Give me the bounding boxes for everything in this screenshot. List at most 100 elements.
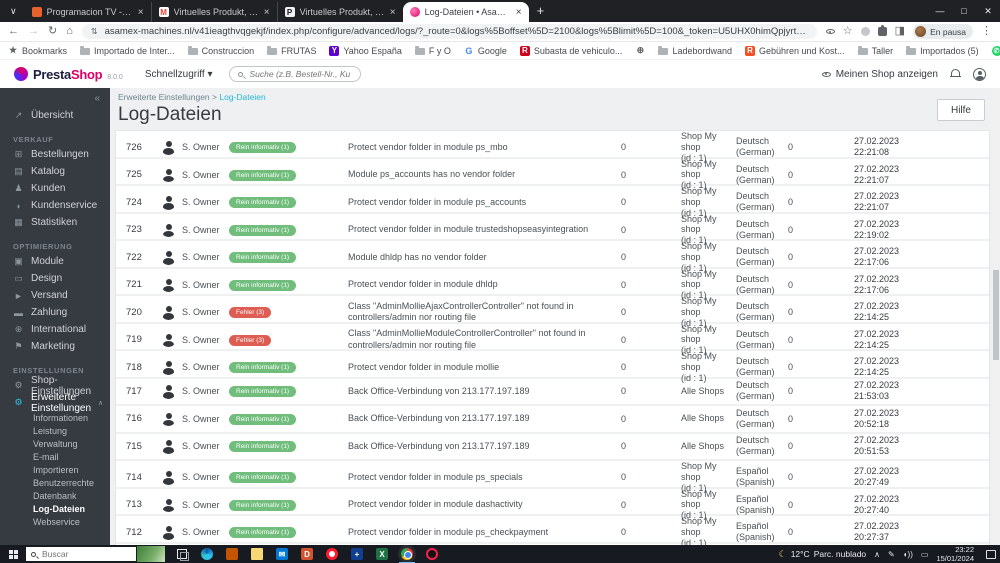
maximize-button[interactable]: □ [952,0,976,22]
mail-app-icon[interactable]: ✉ [276,548,288,560]
opera-app-icon[interactable] [326,548,338,560]
profile-chip[interactable]: En pausa [913,24,973,39]
display-icon[interactable]: ▭ [921,550,929,559]
bookmark-item[interactable]: Taller [857,45,893,56]
bookmark-item[interactable]: Construccion [187,45,254,56]
employee-name: S. Owner [182,527,220,538]
sidebar-item-bestellungen[interactable]: ⊞ Bestellungen [0,146,110,163]
bookmark-item[interactable]: ✆WhatsApp [991,45,1000,56]
sidebar-item-kunden[interactable]: ♟ Kunden [0,180,110,197]
hidden-icons-chevron[interactable]: ∧ [874,550,880,559]
close-button[interactable]: ✕ [976,0,1000,22]
word-app-icon[interactable]: + [351,548,363,560]
sidebar-item-zahlung[interactable]: ▬ Zahlung [0,304,110,321]
close-icon[interactable]: × [138,7,144,18]
back-icon[interactable]: ← [8,26,19,37]
sidebar-subitem-benutzerrechte[interactable]: Benutzerrechte [0,476,110,489]
sidebar-subitem-informationen[interactable]: Informationen [0,411,110,424]
bookmark-star-icon[interactable]: ☆ [843,26,853,37]
tab-search-icon[interactable]: ∨ [10,6,17,17]
sidebar-item-international[interactable]: ⊕ International [0,321,110,338]
sidebar-subitem-webservice[interactable]: Webservice [0,515,110,528]
sidebar-item-label: Module [31,256,64,267]
widgets-thumbnail[interactable] [137,546,165,562]
weather-widget[interactable]: ☾ 12°C Parc. nublado [779,549,867,560]
sidebar-subitem-verwaltung[interactable]: Verwaltung [0,437,110,450]
sidebar-item-marketing[interactable]: ⚑ Marketing [0,338,110,355]
close-icon[interactable]: × [264,7,270,18]
bookmark-item[interactable]: Importado de Inter... [80,45,175,56]
new-tab-button[interactable]: + [537,3,545,18]
bookmark-item[interactable]: G Google [464,46,507,56]
bookmark-item[interactable]: ⊕ [635,45,645,56]
error-code: 0 [788,413,794,424]
taskbar-clock[interactable]: 23:22 15/01/2024 [936,545,974,563]
bookmark-item[interactable]: FRUTAS [267,45,316,56]
sidebar-item-erweiterte-einstellungen[interactable]: ⚙ Erweiterte Einstellungen ∧ [0,392,110,414]
sidebar-subitem-log-dateien[interactable]: Log-Dateien [0,502,110,515]
bookmark-item[interactable]: Y Yahoo España [329,45,402,56]
start-button[interactable] [0,549,26,559]
bookmark-item[interactable]: ★ Bookmarks [8,45,67,56]
sidebar-subitem-importieren[interactable]: Importieren [0,463,110,476]
view-shop-link[interactable]: Meinen Shop anzeigen [821,69,938,80]
opera-gx-app-icon[interactable] [426,548,438,560]
sidebar-item-katalog[interactable]: ▤ Katalog [0,163,110,180]
employee-name: S. Owner [182,362,220,373]
password-eye-icon[interactable] [825,29,835,34]
browser-tab[interactable]: Programacion TV - TVguiues × [25,2,151,22]
taskbar-search-input[interactable] [40,548,120,560]
bookmark-item[interactable]: R Gebühren und Kost... [745,45,845,56]
sidebar-subitem-e-mail[interactable]: E-mail [0,450,110,463]
side-panel-icon[interactable]: ◨ [895,26,905,37]
help-button[interactable]: Hilfe [936,99,985,121]
chrome-app-icon[interactable] [399,548,415,563]
kebab-menu-icon[interactable]: ⋮ [981,26,992,37]
browser-scrollbar[interactable] [992,88,1000,545]
excel-app-icon[interactable]: X [376,548,388,560]
volume-icon[interactable]: ◖)) [903,550,913,559]
extension-icon[interactable] [860,27,870,36]
reload-icon[interactable]: ↻ [48,26,57,37]
bookmark-item[interactable]: F y O [414,45,451,56]
powerpoint-app-icon[interactable]: D [301,548,313,560]
quick-access-dropdown[interactable]: Schnellzugriff ▾ [145,69,213,80]
notifications-bell-icon[interactable] [950,69,961,77]
task-view-icon[interactable] [177,549,189,561]
sidebar-item-versand[interactable]: ► Versand [0,287,110,304]
account-avatar-icon[interactable] [973,67,986,81]
minimize-button[interactable]: — [928,0,952,22]
bookmark-item[interactable]: R Subasta de vehiculo... [519,45,622,56]
sidebar-collapse-icon[interactable]: « [94,93,100,104]
admin-search-input[interactable] [247,68,352,80]
prestashop-logo[interactable]: PrestaShop 8.0.0 [14,67,123,82]
sidebar-item-statistiken[interactable]: ▦ Statistiken [0,214,110,231]
address-bar[interactable]: ⇅ asamex-machines.nl/v41ieagthvqgekjf/in… [81,24,817,39]
breadcrumb-parent[interactable]: Erweiterte Einstellungen [118,92,210,102]
browser-tab[interactable]: Log-Dateien • Asamex B.V. × [402,2,529,22]
notification-center-icon[interactable] [986,549,996,559]
home-icon[interactable]: ⌂ [66,26,73,37]
bookmark-item[interactable]: Ladebordwand [658,45,732,56]
sidebar-subitem-datenbank[interactable]: Datenbank [0,489,110,502]
bookmark-item[interactable]: Importados (5) [906,45,979,56]
admin-search[interactable] [228,66,361,82]
file-explorer-app-icon[interactable] [251,548,263,560]
site-info-icon[interactable]: ⇅ [91,27,98,36]
browser-tab[interactable]: M Virtuelles Produkt, kein Downl... × [150,2,277,22]
taskbar-search[interactable] [26,547,136,561]
forward-icon[interactable]: → [28,26,39,37]
pen-icon[interactable]: ✎ [888,550,895,559]
close-icon[interactable]: × [516,7,522,18]
amazon-app-icon[interactable] [226,548,238,560]
sidebar-item-module[interactable]: ▣ Module [0,253,110,270]
close-icon[interactable]: × [390,7,396,18]
scrollbar-thumb[interactable] [993,270,999,360]
sidebar-item-kundenservice[interactable]: ◗ Kundenservice [0,197,110,214]
extensions-puzzle-icon[interactable] [877,25,887,36]
sidebar-item-design[interactable]: ▭ Design [0,270,110,287]
edge-app-icon[interactable] [201,548,213,560]
browser-tab[interactable]: P Virtuelles Produkt, kein Downl... × [276,2,403,22]
sidebar-item--bersicht[interactable]: ↗ Übersicht [0,107,110,124]
sidebar-subitem-leistung[interactable]: Leistung [0,424,110,437]
